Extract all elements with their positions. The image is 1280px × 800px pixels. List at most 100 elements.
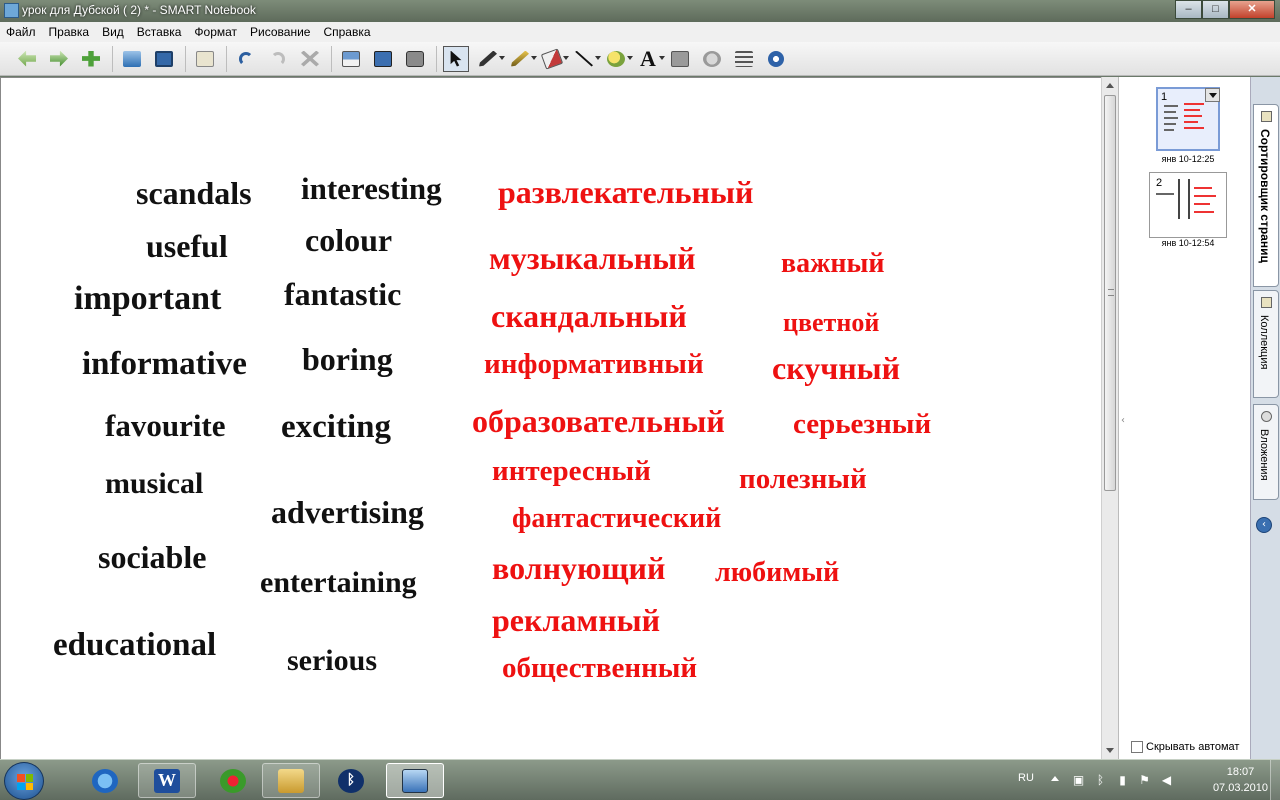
page-thumbnail-2[interactable]: 2	[1149, 172, 1227, 238]
taskbar-ie[interactable]	[76, 763, 134, 798]
autohide-checkbox[interactable]: Скрывать автомат	[1131, 741, 1239, 753]
back-button[interactable]	[14, 46, 40, 72]
word-ru[interactable]: музыкальный	[489, 242, 696, 274]
screen-capture-button[interactable]	[402, 46, 428, 72]
word-ru[interactable]: информативный	[484, 350, 704, 379]
screen-shade-button[interactable]	[338, 46, 364, 72]
word-en[interactable]: useful	[146, 230, 228, 262]
redo-button[interactable]	[265, 46, 291, 72]
toolbar-settings-button[interactable]	[731, 46, 757, 72]
word-en[interactable]: colour	[305, 224, 392, 256]
select-tool-button[interactable]	[443, 45, 469, 72]
word-ru[interactable]: важный	[781, 250, 885, 278]
menu-insert[interactable]: Вставка	[137, 25, 182, 39]
tab-attachments[interactable]: Вложения	[1253, 404, 1279, 500]
creative-pen-tool-button[interactable]	[507, 46, 537, 72]
toolbar: A	[0, 42, 1280, 76]
taskbar-smart-notebook[interactable]	[386, 763, 444, 798]
word-ru[interactable]: фантастический	[512, 505, 721, 533]
tab-gallery[interactable]: Коллекция	[1253, 290, 1279, 398]
pen-icon	[479, 50, 497, 67]
word-en[interactable]: interesting	[301, 173, 442, 204]
move-sidebar-button[interactable]: ‹	[1256, 517, 1272, 533]
autohide-checkbox-box[interactable]	[1131, 741, 1143, 753]
taskbar-flower-app[interactable]	[204, 763, 262, 798]
word-ru[interactable]: скандальный	[491, 300, 687, 332]
show-desktop-button[interactable]	[1270, 760, 1280, 800]
word-ru[interactable]: цветной	[783, 310, 879, 336]
menu-file[interactable]: Файл	[6, 25, 36, 39]
word-en[interactable]: exciting	[281, 411, 391, 444]
menu-format[interactable]: Формат	[194, 25, 237, 39]
open-button[interactable]	[119, 46, 145, 72]
bluetooth-tray-icon[interactable]: ᛒ	[1094, 774, 1107, 787]
word-en[interactable]: important	[74, 282, 221, 316]
word-en[interactable]: scandals	[136, 177, 252, 209]
language-indicator[interactable]: RU	[1018, 772, 1034, 784]
menu-edit[interactable]: Правка	[49, 25, 90, 39]
volume-icon[interactable]: ◀	[1160, 774, 1173, 787]
scroll-thumb[interactable]	[1104, 95, 1116, 491]
close-button[interactable]: ✕	[1229, 0, 1275, 19]
paste-button[interactable]	[192, 46, 218, 72]
fullscreen-button[interactable]	[370, 46, 396, 72]
word-ru[interactable]: интересный	[492, 457, 651, 486]
whiteboard-canvas[interactable]: scandals interesting useful colour impor…	[0, 77, 1101, 759]
tab-page-sorter[interactable]: Сортировщик страниц	[1253, 104, 1279, 287]
word-en[interactable]: educational	[53, 629, 216, 662]
start-button[interactable]	[4, 762, 44, 800]
undo-button[interactable]	[233, 46, 259, 72]
network-icon[interactable]: ▣	[1072, 774, 1085, 787]
word-ru[interactable]: полезный	[739, 465, 867, 494]
maximize-button[interactable]: □	[1202, 0, 1229, 19]
taskbar-word[interactable]: W	[138, 763, 196, 798]
line-tool-button[interactable]	[571, 46, 601, 72]
move-toolbar-button[interactable]	[763, 46, 789, 72]
power-icon[interactable]: ▮	[1116, 774, 1129, 787]
pen-tool-button[interactable]	[475, 46, 505, 72]
page-menu-dropdown[interactable]	[1205, 88, 1220, 102]
delete-button[interactable]	[297, 46, 323, 72]
properties-button[interactable]	[699, 46, 725, 72]
add-page-button[interactable]	[78, 46, 104, 72]
word-ru[interactable]: серьезный	[793, 410, 931, 439]
window-title: урок для Дубской ( 2) * - SMART Notebook	[22, 3, 256, 17]
word-ru[interactable]: общественный	[502, 654, 697, 683]
save-button[interactable]	[151, 46, 177, 72]
word-ru[interactable]: любимый	[715, 559, 839, 587]
word-en[interactable]: serious	[287, 646, 377, 676]
word-en[interactable]: entertaining	[260, 568, 417, 598]
tab-page-sorter-label: Сортировщик страниц	[1258, 129, 1272, 263]
word-en[interactable]: sociable	[98, 541, 206, 573]
word-en[interactable]: boring	[302, 343, 393, 375]
word-ru[interactable]: рекламный	[492, 604, 660, 636]
smart-notebook-app-icon[interactable]	[4, 3, 19, 18]
word-ru[interactable]: волнующий	[492, 552, 665, 584]
eraser-tool-button[interactable]	[539, 46, 569, 72]
word-en[interactable]: favourite	[105, 410, 226, 441]
word-ru[interactable]: развлекательный	[498, 176, 753, 208]
word-en[interactable]: advertising	[271, 496, 424, 528]
word-en[interactable]: musical	[105, 469, 203, 499]
text-tool-button[interactable]: A	[635, 46, 665, 72]
clock[interactable]: 18:07 07.03.2010	[1213, 766, 1268, 794]
forward-button[interactable]	[46, 46, 72, 72]
taskbar-explorer[interactable]	[262, 763, 320, 798]
show-hidden-icons-arrow[interactable]	[1051, 776, 1059, 781]
menu-help[interactable]: Справка	[323, 25, 370, 39]
menu-draw[interactable]: Рисование	[250, 25, 310, 39]
word-ru[interactable]: скучный	[772, 352, 900, 384]
shapes-tool-button[interactable]	[603, 46, 633, 72]
panel-resize-handle[interactable]: ‹	[1121, 415, 1125, 426]
taskbar-bluetooth[interactable]: ᛒ	[322, 763, 380, 798]
action-center-flag-icon[interactable]: ⚑	[1138, 774, 1151, 787]
word-ru[interactable]: образовательный	[472, 405, 725, 437]
scroll-down-arrow[interactable]	[1106, 748, 1114, 753]
minimize-button[interactable]: –	[1175, 0, 1202, 19]
word-en[interactable]: fantastic	[284, 278, 401, 310]
scroll-up-arrow[interactable]	[1106, 83, 1114, 88]
canvas-scrollbar[interactable]	[1101, 77, 1118, 759]
menu-view[interactable]: Вид	[102, 25, 124, 39]
word-en[interactable]: informative	[82, 348, 247, 381]
table-button[interactable]	[667, 46, 693, 72]
